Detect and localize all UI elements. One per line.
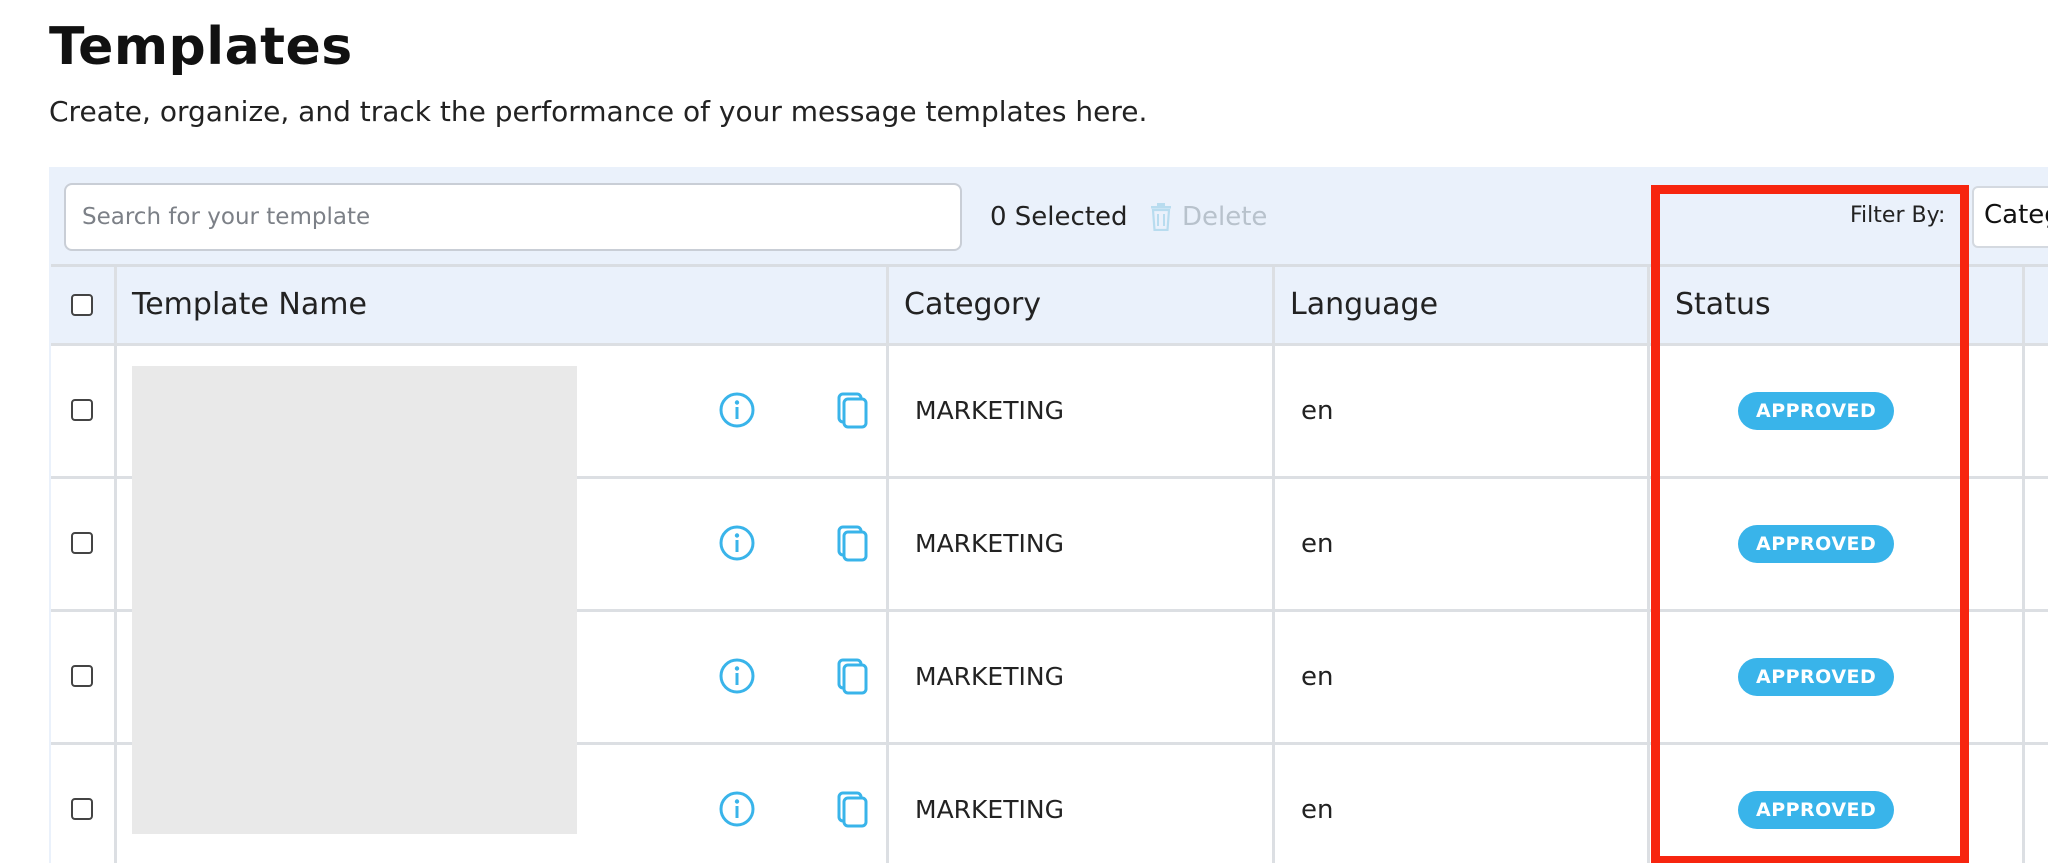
column-header-template-name[interactable]: Template Name — [132, 285, 367, 325]
category-filter-select[interactable]: Categ — [1972, 186, 2048, 248]
column-header-status[interactable]: Status — [1675, 285, 1771, 325]
info-icon[interactable] — [717, 523, 757, 563]
select-all-checkbox[interactable] — [71, 294, 93, 316]
filter-label: Filter By: — [1850, 203, 1946, 228]
header-category-cell: Category — [889, 267, 1275, 343]
copy-icon[interactable] — [833, 656, 873, 696]
page-title: Templates — [49, 17, 353, 77]
row-language: en — [1301, 795, 1334, 825]
status-badge: APPROVED — [1738, 791, 1895, 829]
template-name-redacted-area — [132, 366, 577, 834]
row-checkbox[interactable] — [71, 665, 93, 687]
delete-label: Delete — [1182, 202, 1268, 232]
delete-button[interactable]: Delete — [1150, 197, 1267, 237]
header-check-cell — [51, 267, 117, 343]
row-checkbox[interactable] — [71, 399, 93, 421]
row-checkbox[interactable] — [71, 798, 93, 820]
column-header-category[interactable]: Category — [904, 285, 1041, 325]
header-language-cell: Language — [1275, 267, 1650, 343]
column-header-language[interactable]: Language — [1290, 285, 1438, 325]
info-icon[interactable] — [717, 656, 757, 696]
search-input[interactable] — [64, 183, 962, 251]
status-badge: APPROVED — [1738, 392, 1895, 430]
row-category: MARKETING — [915, 396, 1064, 425]
copy-icon[interactable] — [833, 523, 873, 563]
status-badge: APPROVED — [1738, 525, 1895, 563]
header-status-cell: Status — [1650, 267, 2025, 343]
row-language: en — [1301, 529, 1334, 559]
status-badge: APPROVED — [1738, 658, 1895, 696]
row-category: MARKETING — [915, 795, 1064, 824]
page-subtitle: Create, organize, and track the performa… — [49, 95, 1148, 128]
row-category: MARKETING — [915, 662, 1064, 691]
header-extra-cell — [2025, 267, 2048, 343]
row-category: MARKETING — [915, 529, 1064, 558]
info-icon[interactable] — [717, 390, 757, 430]
row-checkbox[interactable] — [71, 532, 93, 554]
info-icon[interactable] — [717, 789, 757, 829]
selected-count: 0 Selected — [990, 202, 1128, 232]
templates-page: Templates Create, organize, and track th… — [0, 0, 2048, 863]
copy-icon[interactable] — [833, 789, 873, 829]
header-name-cell: Template Name — [117, 267, 889, 343]
copy-icon[interactable] — [833, 390, 873, 430]
row-language: en — [1301, 662, 1334, 692]
trash-icon — [1151, 203, 1171, 231]
row-language: en — [1301, 396, 1334, 426]
table-header-row: Template Name Category Language Status — [51, 267, 2048, 346]
